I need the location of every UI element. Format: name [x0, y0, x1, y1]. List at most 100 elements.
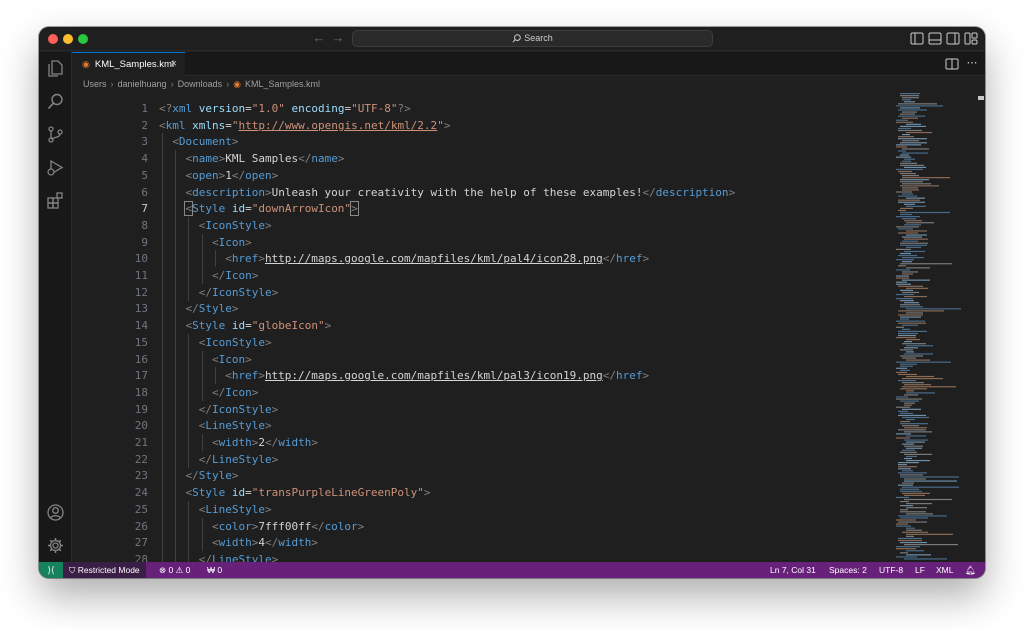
vertical-scrollbar[interactable]: [976, 91, 985, 562]
code-editor[interactable]: 1 <?xml version="1.0" encoding="UTF-8"?> 2…: [72, 91, 985, 562]
code-line: <Icon>: [211, 235, 252, 249]
minimap-line: [906, 527, 915, 529]
minimap-line: [904, 341, 912, 343]
eol-selector[interactable]: LF: [915, 562, 925, 578]
toggle-secondary-sidebar-icon[interactable]: [946, 32, 960, 45]
code-line: <LineStyle>: [198, 502, 272, 516]
breadcrumb: Users › danielhuang › Downloads › ◉ KML_Samples…: [83, 77, 320, 91]
line-number: 21: [134, 436, 148, 449]
minimap-line: [906, 459, 930, 462]
breadcrumb-item[interactable]: Downloads: [178, 79, 223, 89]
indent-guide: [188, 534, 190, 552]
indent-guide: [175, 467, 177, 485]
code-line: <href>http://maps.google.com/mapfiles/km…: [225, 252, 650, 266]
close-tab-icon[interactable]: ×: [171, 53, 177, 75]
minimap-line: [906, 418, 915, 421]
minimap-line: [904, 101, 915, 103]
forward-arrow-icon[interactable]: →: [331, 31, 345, 45]
minimize-window-button[interactable]: [63, 34, 73, 44]
minimap-line: [900, 365, 913, 367]
minimap-line: [902, 240, 918, 242]
minimap-line: [902, 261, 912, 263]
indent-guide: [201, 383, 203, 401]
minimap-line: [902, 443, 914, 445]
breadcrumb-item[interactable]: Users: [83, 79, 107, 89]
source-control-icon[interactable]: [46, 125, 65, 144]
minimap-line: [898, 209, 906, 212]
minimap-line: [904, 494, 925, 496]
explorer-icon[interactable]: [46, 59, 65, 78]
indent-guide: [188, 400, 190, 418]
minimap-line: [900, 179, 929, 181]
minimap-line: [900, 490, 922, 492]
run-and-debug-icon[interactable]: [46, 158, 65, 177]
accounts-icon[interactable]: [46, 503, 65, 522]
minimap-line: [900, 451, 917, 453]
remote-indicator-icon[interactable]: ⟩⟨: [39, 562, 63, 578]
minimap[interactable]: [896, 91, 976, 562]
minimap-line: [906, 447, 922, 449]
ports-indicator[interactable]: ₩ 0: [207, 562, 222, 578]
indent-guide: [201, 267, 203, 284]
notifications-bell-icon[interactable]: 🔔︎: [965, 562, 976, 578]
problems-indicator[interactable]: ⊗ 0 ⚠ 0: [159, 562, 190, 578]
indent-guide: [175, 166, 177, 184]
indent-guide: [175, 283, 177, 301]
split-editor-icon[interactable]: [945, 57, 959, 71]
indent-guide: [175, 484, 177, 502]
indent-guide: [162, 283, 163, 301]
indentation-selector[interactable]: Spaces: 2: [829, 562, 867, 578]
more-actions-icon[interactable]: ⋯: [965, 57, 979, 71]
minimap-line: [900, 172, 916, 175]
minimap-line: [906, 513, 933, 515]
minimap-line: [904, 457, 912, 460]
restricted-mode-indicator[interactable]: ⛉ Restricted Mode: [63, 562, 146, 578]
search-icon[interactable]: [46, 92, 65, 111]
indent-guide: [162, 216, 163, 234]
minimap-line: [902, 140, 919, 142]
breadcrumb-item[interactable]: danielhuang: [118, 79, 167, 89]
minimap-line: [900, 423, 928, 425]
code-line: </Icon>: [211, 269, 259, 282]
language-mode-selector[interactable]: XML: [936, 562, 953, 578]
command-center-search[interactable]: Search: [352, 30, 713, 47]
code-line: <description>Unleash your creativity wit…: [185, 185, 736, 199]
minimap-line: [902, 236, 922, 238]
minimap-line: [896, 519, 916, 521]
indent-guide: [188, 283, 190, 301]
line-number: 9: [141, 235, 148, 249]
encoding-selector[interactable]: UTF-8: [879, 562, 903, 578]
indent-guide: [162, 333, 163, 351]
breadcrumb-item[interactable]: KML_Samples.kml: [245, 79, 320, 89]
minimap-line: [898, 410, 908, 412]
minimap-line: [902, 377, 943, 380]
minimap-line: [902, 291, 919, 294]
code-line: </LineStyle>: [198, 452, 279, 466]
minimap-line: [902, 357, 916, 359]
indent-guide: [188, 267, 190, 284]
minimap-line: [902, 416, 929, 419]
indent-guide: [162, 450, 163, 468]
code-line: </Icon>: [211, 385, 259, 399]
indent-guide: [162, 200, 163, 218]
minimap-line: [904, 224, 921, 226]
indent-guide: [162, 417, 163, 435]
maximize-window-button[interactable]: [78, 34, 88, 44]
tab-kml-samples[interactable]: ◉ KML_Samples.kml ×: [72, 52, 185, 76]
toggle-panel-icon[interactable]: [928, 32, 942, 45]
toggle-primary-sidebar-icon[interactable]: [910, 32, 924, 45]
minimap-line: [900, 244, 927, 246]
extensions-icon[interactable]: [46, 191, 65, 210]
indent-guide: [162, 550, 163, 562]
minimap-line: [900, 164, 924, 166]
manage-gear-icon[interactable]: [46, 536, 65, 555]
line-number: 28: [134, 552, 148, 562]
code-line: <Style id="downArrowIcon">: [184, 201, 359, 217]
minimap-line: [906, 359, 930, 361]
cursor-position[interactable]: Ln 7, Col 31: [770, 562, 816, 578]
minimap-line: [896, 437, 910, 439]
close-window-button[interactable]: [48, 34, 58, 44]
customize-layout-icon[interactable]: [964, 32, 978, 45]
back-arrow-icon[interactable]: ←: [312, 31, 326, 45]
minimap-line: [896, 398, 922, 400]
